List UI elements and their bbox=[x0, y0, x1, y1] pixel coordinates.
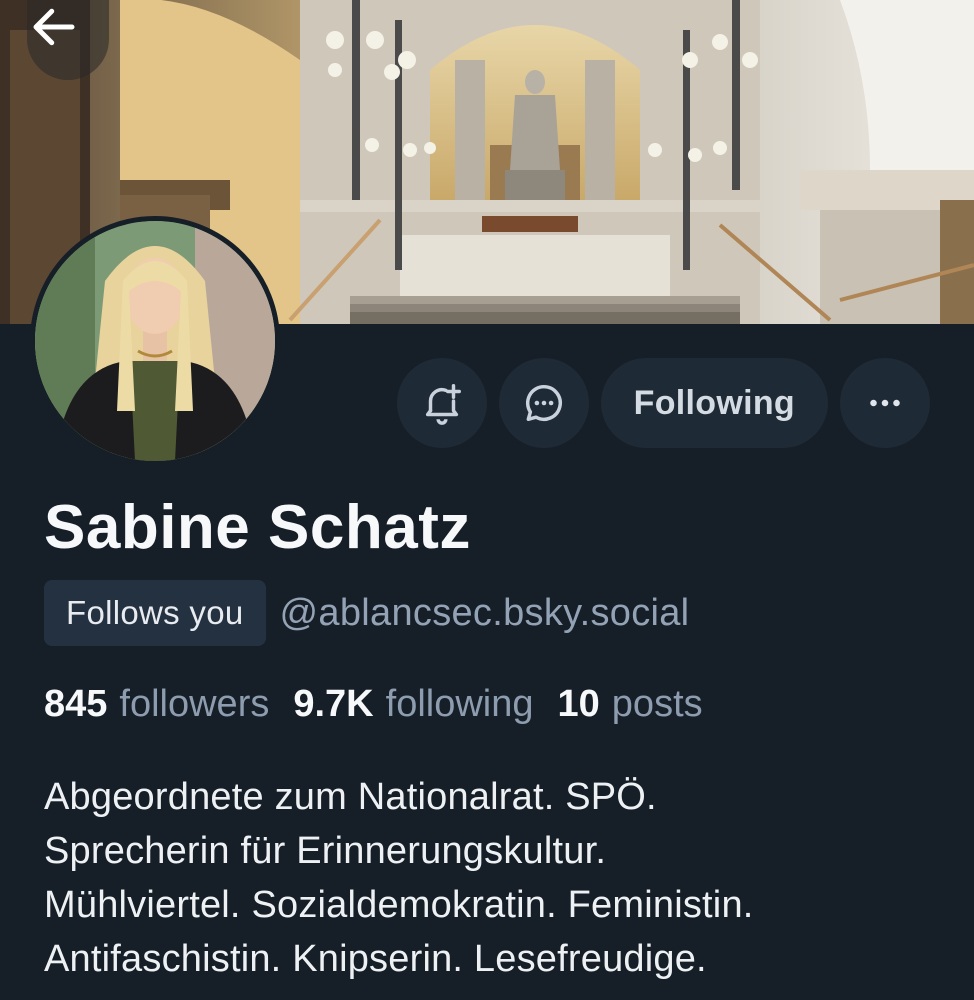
handle-row: Follows you @ablancsec.bsky.social bbox=[44, 580, 689, 646]
posts-stat: 10 posts bbox=[558, 683, 703, 726]
profile-bio: Abgeordnete zum Nationalrat. SPÖ. Sprech… bbox=[44, 770, 944, 986]
bio-line: Mühlviertel. Sozialdemokratin. Feministi… bbox=[44, 884, 754, 926]
back-button[interactable] bbox=[27, 0, 109, 80]
subscribe-button[interactable] bbox=[396, 358, 487, 448]
posts-count: 10 bbox=[557, 683, 600, 725]
following-label: following bbox=[385, 683, 534, 725]
profile-handle: @ablancsec.bsky.social bbox=[279, 591, 690, 634]
following-button[interactable]: Following bbox=[600, 358, 828, 448]
followers-count: 845 bbox=[44, 683, 108, 725]
message-button[interactable] bbox=[498, 358, 589, 448]
follows-you-badge: Follows you bbox=[44, 580, 266, 646]
profile-stats: 845 followers 9.7K following 10 posts bbox=[44, 683, 703, 726]
followers-stat[interactable]: 845 followers bbox=[44, 683, 269, 726]
more-dots-icon bbox=[870, 399, 900, 407]
bio-line: Abgeordnete zum Nationalrat. SPÖ. bbox=[44, 776, 657, 818]
followers-label: followers bbox=[119, 683, 270, 725]
bio-line: Antifaschistin. Knipserin. Lesefreudige. bbox=[44, 938, 707, 980]
profile-page: Following Sabine Schatz Follows you @abl… bbox=[0, 0, 974, 1000]
avatar[interactable] bbox=[30, 216, 280, 466]
following-count: 9.7K bbox=[293, 683, 374, 725]
chat-bubble-icon bbox=[525, 384, 562, 422]
following-stat[interactable]: 9.7K following bbox=[293, 683, 533, 726]
profile-actions: Following bbox=[396, 358, 930, 448]
more-options-button[interactable] bbox=[840, 358, 930, 448]
bell-plus-icon bbox=[425, 384, 461, 425]
avatar-photo bbox=[35, 221, 275, 461]
posts-label: posts bbox=[611, 683, 703, 725]
profile-name: Sabine Schatz bbox=[44, 493, 471, 562]
arrow-left-icon bbox=[33, 8, 75, 46]
bio-line: Sprecherin für Erinnerungskultur. bbox=[44, 830, 607, 872]
